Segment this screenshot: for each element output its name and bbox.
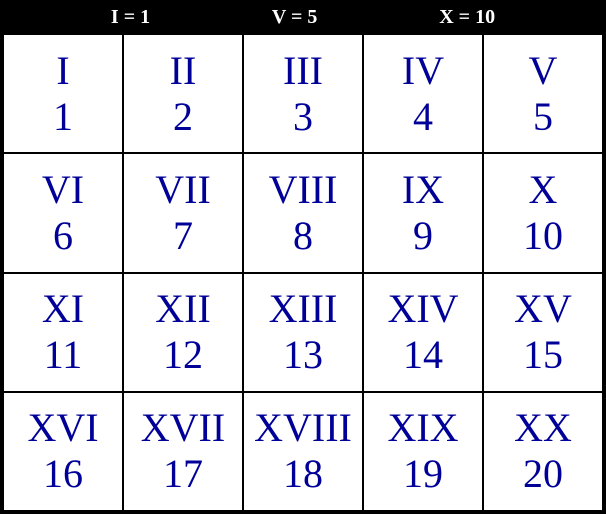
roman: XIII — [269, 286, 338, 332]
cell-9: IX9 — [363, 153, 483, 272]
arabic: 11 — [44, 332, 83, 378]
arabic: 20 — [523, 451, 563, 497]
cell-12: XII12 — [123, 273, 243, 392]
roman: XV — [514, 286, 572, 332]
arabic: 8 — [293, 213, 313, 259]
cell-16: XVI16 — [3, 392, 123, 511]
arabic: 5 — [533, 94, 553, 140]
roman: XVII — [141, 405, 225, 451]
roman: VII — [155, 167, 211, 213]
roman: XIV — [387, 286, 458, 332]
arabic: 18 — [283, 451, 323, 497]
cell-6: VI6 — [3, 153, 123, 272]
roman: XII — [155, 286, 211, 332]
roman: III — [283, 48, 323, 94]
cell-14: XIV14 — [363, 273, 483, 392]
roman: IX — [402, 167, 444, 213]
legend-v: V = 5 — [272, 6, 317, 29]
arabic: 16 — [43, 451, 83, 497]
arabic: 6 — [53, 213, 73, 259]
cell-8: VIII8 — [243, 153, 363, 272]
numeral-grid: I1 II2 III3 IV4 V5 VI6 VII7 VIII8 IX9 X1… — [0, 34, 606, 514]
cell-19: XIX19 — [363, 392, 483, 511]
roman: V — [529, 48, 558, 94]
arabic: 3 — [293, 94, 313, 140]
cell-7: VII7 — [123, 153, 243, 272]
cell-20: XX20 — [483, 392, 603, 511]
arabic: 9 — [413, 213, 433, 259]
arabic: 13 — [283, 332, 323, 378]
cell-18: XVIII18 — [243, 392, 363, 511]
roman: XVIII — [254, 405, 352, 451]
cell-17: XVII17 — [123, 392, 243, 511]
cell-4: IV4 — [363, 34, 483, 153]
cell-2: II2 — [123, 34, 243, 153]
cell-5: V5 — [483, 34, 603, 153]
roman: VIII — [269, 167, 338, 213]
arabic: 19 — [403, 451, 443, 497]
roman: X — [529, 167, 558, 213]
arabic: 12 — [163, 332, 203, 378]
arabic: 15 — [523, 332, 563, 378]
cell-10: X10 — [483, 153, 603, 272]
cell-13: XIII13 — [243, 273, 363, 392]
legend-x: X = 10 — [439, 6, 495, 29]
arabic: 1 — [53, 94, 73, 140]
legend-i: I = 1 — [111, 6, 150, 29]
cell-11: XI11 — [3, 273, 123, 392]
legend-bar: I = 1 V = 5 X = 10 — [0, 0, 606, 34]
cell-1: I1 — [3, 34, 123, 153]
arabic: 10 — [523, 213, 563, 259]
roman: I — [56, 48, 69, 94]
roman: XX — [514, 405, 572, 451]
roman: XI — [42, 286, 84, 332]
arabic: 17 — [163, 451, 203, 497]
roman: XVI — [27, 405, 98, 451]
roman: VI — [42, 167, 84, 213]
cell-3: III3 — [243, 34, 363, 153]
roman: IV — [402, 48, 444, 94]
cell-15: XV15 — [483, 273, 603, 392]
roman: II — [170, 48, 197, 94]
arabic: 4 — [413, 94, 433, 140]
arabic: 14 — [403, 332, 443, 378]
arabic: 2 — [173, 94, 193, 140]
roman: XIX — [387, 405, 458, 451]
arabic: 7 — [173, 213, 193, 259]
